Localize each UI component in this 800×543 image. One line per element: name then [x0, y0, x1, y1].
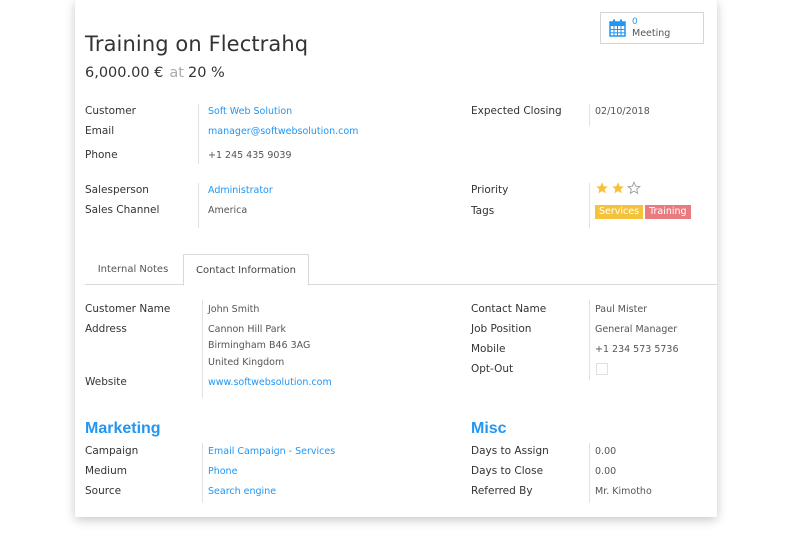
salesperson-label: Salesperson [85, 184, 149, 196]
tag-services[interactable]: Services [595, 205, 644, 219]
separator [202, 443, 203, 503]
meeting-count: 0 [632, 17, 638, 27]
expected-closing-label: Expected Closing [471, 105, 562, 117]
customer-name-label: Customer Name [85, 303, 171, 315]
separator [589, 183, 590, 228]
priority-stars[interactable] [595, 181, 641, 195]
customer-name-value[interactable]: John Smith [208, 304, 259, 315]
medium-label: Medium [85, 465, 127, 477]
opt-out-checkbox[interactable] [596, 363, 608, 375]
separator [202, 300, 203, 398]
customer-link[interactable]: Soft Web Solution [208, 106, 292, 117]
star-empty-icon[interactable] [627, 181, 641, 195]
star-filled-icon[interactable] [595, 181, 609, 195]
days-to-close-value: 0.00 [595, 466, 617, 477]
mobile-label: Mobile [471, 343, 506, 355]
priority-label: Priority [471, 184, 509, 196]
meeting-label: Meeting [632, 28, 671, 39]
campaign-link[interactable]: Email Campaign - Services [208, 446, 335, 457]
tags-list: Services Training [595, 205, 691, 219]
address-country[interactable]: United Kingdom [208, 357, 284, 368]
form-sheet: 0 Meeting Training on Flectrahq 6,000.00… [75, 0, 717, 517]
separator [589, 300, 590, 380]
marketing-title: Marketing [85, 420, 161, 437]
days-to-assign-label: Days to Assign [471, 445, 549, 457]
revenue-amount: 6,000.00 € [85, 65, 164, 81]
separator [589, 443, 590, 503]
calendar-icon [609, 19, 626, 37]
expected-closing-value[interactable]: 02/10/2018 [595, 106, 650, 117]
days-to-assign-value: 0.00 [595, 446, 617, 457]
mobile-value[interactable]: +1 234 573 5736 [595, 344, 679, 355]
contact-name-label: Contact Name [471, 303, 547, 315]
probability-value: 20 % [187, 65, 225, 81]
source-link[interactable]: Search engine [208, 486, 276, 497]
at-label: at [169, 65, 184, 81]
email-link[interactable]: manager@softwebsolution.com [208, 126, 358, 137]
source-label: Source [85, 485, 122, 497]
separator [198, 183, 199, 228]
email-label: Email [85, 125, 115, 137]
referred-by-value[interactable]: Mr. Kimotho [595, 486, 652, 497]
sales-channel-label: Sales Channel [85, 204, 160, 216]
tab-internal-notes[interactable]: Internal Notes [85, 254, 181, 286]
star-filled-icon[interactable] [611, 181, 625, 195]
customer-label: Customer [85, 105, 137, 117]
campaign-label: Campaign [85, 445, 139, 457]
address-label: Address [85, 323, 127, 335]
website-link[interactable]: www.softwebsolution.com [208, 377, 332, 388]
referred-by-label: Referred By [471, 485, 533, 497]
separator [589, 104, 590, 126]
website-label: Website [85, 376, 127, 388]
expected-revenue: 6,000.00 € at 20 % [85, 65, 225, 81]
address-street[interactable]: Cannon Hill Park [208, 324, 286, 335]
days-to-close-label: Days to Close [471, 465, 544, 477]
address-city[interactable]: Birmingham B46 3AG [208, 340, 310, 351]
separator [198, 104, 199, 164]
job-position-value[interactable]: General Manager [595, 324, 677, 335]
tag-training[interactable]: Training [645, 205, 691, 219]
contact-name-value[interactable]: Paul Mister [595, 304, 647, 315]
phone-value[interactable]: +1 245 435 9039 [208, 150, 292, 161]
notebook-tabs: Internal Notes Contact Information [85, 254, 717, 286]
medium-link[interactable]: Phone [208, 466, 237, 477]
tab-contact-information[interactable]: Contact Information [183, 254, 309, 286]
job-position-label: Job Position [471, 323, 532, 335]
phone-label: Phone [85, 149, 118, 161]
misc-title: Misc [471, 420, 507, 437]
salesperson-link[interactable]: Administrator [208, 185, 273, 196]
tags-label: Tags [471, 205, 495, 217]
meeting-button[interactable]: 0 Meeting [600, 12, 704, 44]
opportunity-title: Training on Flectrahq [85, 32, 309, 56]
opt-out-label: Opt-Out [471, 363, 514, 375]
sales-channel-value[interactable]: America [208, 205, 247, 216]
